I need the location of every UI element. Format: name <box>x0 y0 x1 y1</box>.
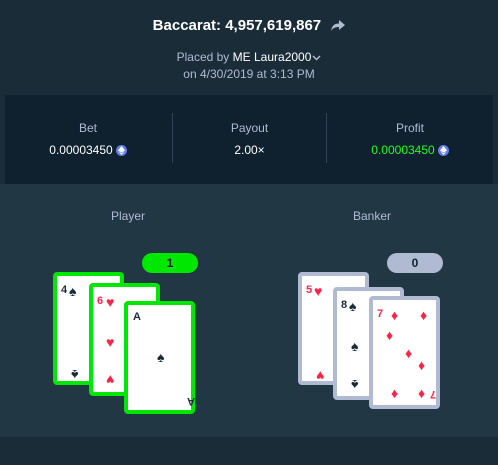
placed-by-line: Placed by ME Laura2000 <box>0 50 498 64</box>
card-rank: 7 <box>377 308 384 320</box>
payout-label: Payout <box>230 121 269 135</box>
diamond-suit-icon: ♦ <box>420 307 428 323</box>
heart-suit-icon: ♥ <box>106 334 115 350</box>
card-rank: 4 <box>61 284 68 296</box>
diamond-suit-icon: ♦ <box>391 385 399 401</box>
bet-stat: Bet 0.00003450 <box>5 95 171 184</box>
card-rank: A <box>187 395 195 407</box>
bet-label: Bet <box>78 121 97 135</box>
heart-suit-icon: ♥ <box>106 294 115 310</box>
card-rank: 5 <box>306 284 313 296</box>
diamond-suit-icon: ♦ <box>391 307 399 323</box>
payout-value: 2.00× <box>234 143 265 157</box>
banker-score-badge: 0 <box>387 253 443 273</box>
diamond-suit-icon: ♦ <box>418 357 426 373</box>
spade-suit-icon: ♠ <box>349 298 357 314</box>
ethereum-icon <box>437 145 449 156</box>
player-label: Player <box>110 209 145 223</box>
diamond-suit-icon: ♦ <box>386 327 394 343</box>
profit-stat: Profit 0.00003450 <box>327 95 493 184</box>
profit-value-row: 0.00003450 <box>327 143 493 157</box>
spade-suit-icon: ♠ <box>157 349 165 365</box>
player-card-3: A ♠ A <box>124 301 195 414</box>
payout-stat: Payout 2.00× <box>173 95 326 184</box>
spade-suit-icon: ♠ <box>351 377 359 393</box>
bet-details-header: Baccarat: 4,957,619,867 Placed by ME Lau… <box>0 0 498 95</box>
diamond-suit-icon: ♦ <box>418 385 426 401</box>
banker-label: Banker <box>352 209 392 223</box>
player-score-badge: 1 <box>142 253 198 273</box>
card-rank: 7 <box>430 388 437 400</box>
chevron-down-icon[interactable] <box>312 50 321 64</box>
heart-suit-icon: ♥ <box>314 283 323 299</box>
profit-value: 0.00003450 <box>371 143 435 157</box>
spade-suit-icon: ♠ <box>71 367 79 383</box>
card-rank: 8 <box>341 299 348 311</box>
card-rank: A <box>133 311 141 323</box>
heart-suit-icon: ♥ <box>106 372 115 388</box>
heart-suit-icon: ♥ <box>316 368 325 384</box>
diamond-suit-icon: ♦ <box>405 345 413 361</box>
profit-label: Profit <box>395 121 424 135</box>
username-link[interactable]: Laura2000 <box>254 50 311 64</box>
ethereum-icon <box>115 145 127 156</box>
bet-value: 0.00003450 <box>49 143 113 157</box>
placed-by-prefix: Placed by <box>176 50 230 64</box>
bet-stats-panel: Bet 0.00003450 Payout 2.00× Profit 0.000… <box>5 95 493 184</box>
bet-value-row: 0.00003450 <box>5 143 171 157</box>
share-arrow-icon[interactable] <box>331 19 346 36</box>
bet-date: on 4/30/2019 at 3:13 PM <box>183 67 315 81</box>
spade-suit-icon: ♠ <box>69 283 77 299</box>
banker-card-3: 7 ♦ ♦ ♦ ♦ ♦ ♦ ♦ 7 <box>369 296 440 409</box>
me-badge: ME <box>232 50 251 64</box>
game-title: Baccarat: 4,957,619,867 <box>152 17 322 34</box>
game-title-row: Baccarat: 4,957,619,867 <box>0 17 498 36</box>
card-rank: 6 <box>97 295 104 307</box>
spade-suit-icon: ♠ <box>351 338 359 354</box>
footer-bar <box>0 437 498 465</box>
